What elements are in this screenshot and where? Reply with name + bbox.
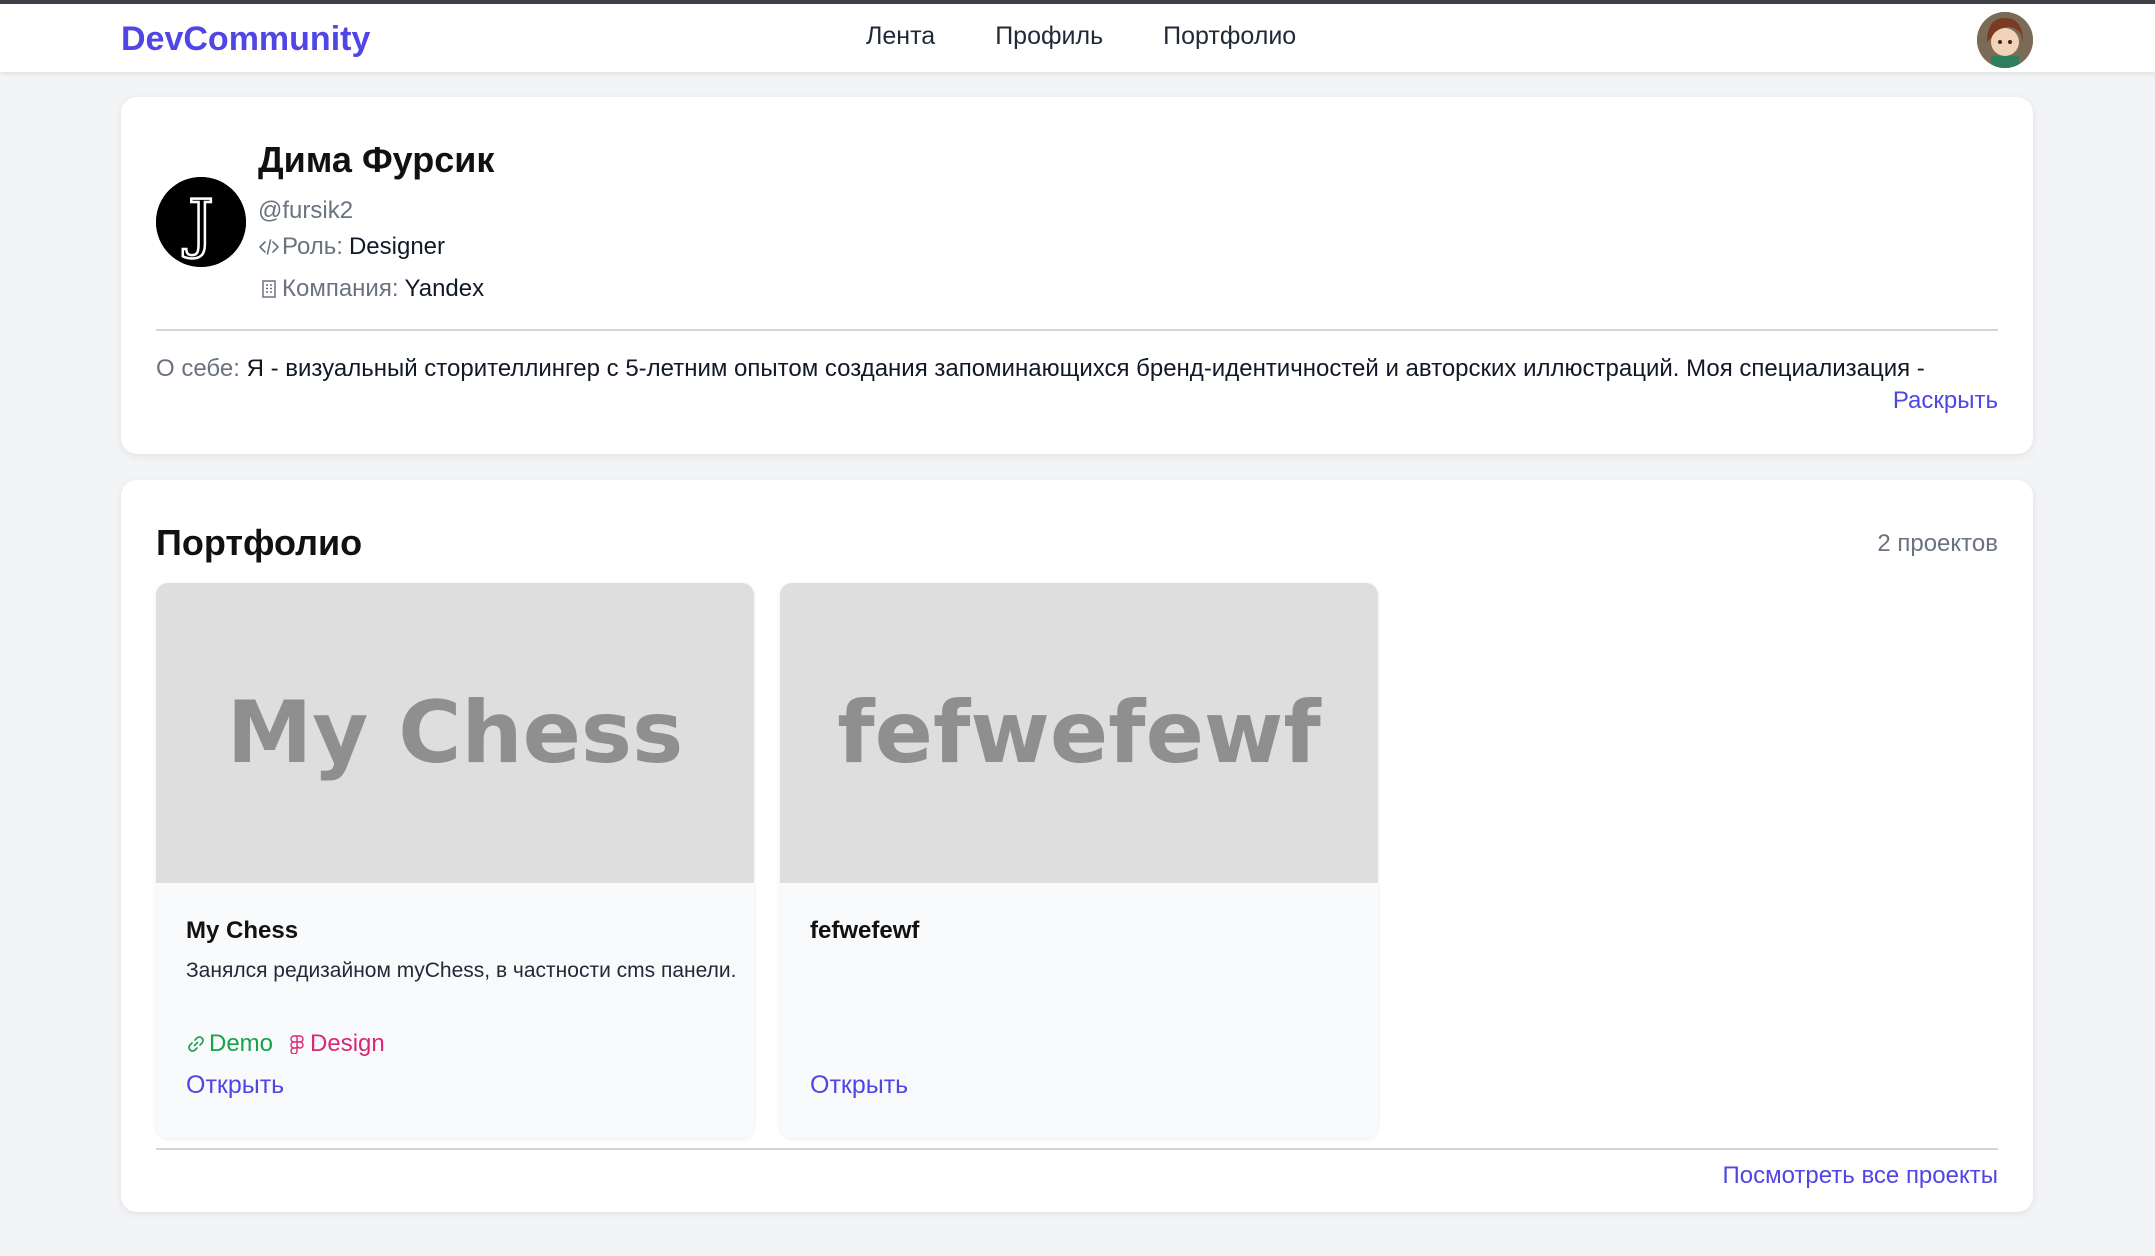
design-link-label: Design — [310, 1030, 385, 1057]
project-card-my-chess[interactable]: My Chess My Chess Занялся редизайном myC… — [156, 583, 754, 1138]
company-value: Yandex — [404, 275, 485, 302]
projects-count: 2 проектов — [1877, 530, 1998, 557]
company-label: Компания: — [282, 275, 399, 302]
design-link[interactable]: Design — [287, 1030, 385, 1058]
nav-link-portfolio[interactable]: Портфолио — [1163, 22, 1296, 51]
view-all-projects-link[interactable]: Посмотреть все проекты — [1722, 1162, 1998, 1190]
portfolio-title: Портфолио — [156, 522, 363, 563]
profile-role: Роль: Designer — [258, 233, 445, 261]
profile-card: J Дима Фурсик @fursik2 Роль: Designer Ко… — [121, 97, 2033, 454]
user-avatar[interactable] — [1977, 12, 2033, 68]
about-text: О себе: Я - визуальный сторителлингер с … — [156, 355, 1998, 383]
portfolio-divider — [156, 1148, 1998, 1150]
project-links: Demo Design — [186, 1030, 385, 1058]
project-name: fefwefewf — [810, 917, 920, 944]
project-card-fefwefewf[interactable]: fefwefewf fefwefewf Открыть — [780, 583, 1378, 1138]
brand-logo-link[interactable]: DevCommunity — [121, 20, 370, 59]
profile-avatar-image: J — [156, 177, 246, 267]
portfolio-card: Портфолио 2 проектов My Chess My Chess З… — [121, 480, 2033, 1212]
nav-link-profile[interactable]: Профиль — [995, 22, 1103, 51]
link-icon — [186, 1034, 206, 1054]
profile-company: Компания: Yandex — [258, 275, 484, 303]
nav-link-feed[interactable]: Лента — [866, 22, 935, 51]
code-icon — [258, 236, 280, 258]
role-label: Роль: — [282, 233, 343, 260]
demo-link-label: Demo — [209, 1030, 274, 1057]
demo-link[interactable]: Demo — [186, 1030, 273, 1058]
profile-handle: @fursik2 — [258, 197, 354, 224]
main-nav: Лента Профиль Портфолио — [866, 22, 1296, 51]
profile-divider — [156, 329, 1998, 331]
building-icon — [258, 278, 280, 300]
project-cover: My Chess — [156, 583, 754, 883]
about-body: Я - визуальный сторителлингер с 5-летним… — [246, 355, 1925, 382]
open-project-button[interactable]: Открыть — [810, 1071, 908, 1100]
project-cover-text: My Chess — [226, 683, 684, 783]
project-description: Занялся редизайном myChess, в частности … — [186, 959, 737, 982]
profile-avatar: J — [156, 177, 246, 267]
project-cover: fefwefewf — [780, 583, 1378, 883]
role-value: Designer — [348, 233, 445, 260]
user-avatar-image — [1977, 12, 2033, 68]
profile-name: Дима Фурсик — [258, 139, 495, 180]
about-label: О себе: — [156, 355, 240, 382]
project-cover-text: fefwefewf — [837, 683, 1321, 783]
open-project-button[interactable]: Открыть — [186, 1071, 284, 1100]
expand-about-link[interactable]: Раскрыть — [1893, 387, 1998, 415]
project-name: My Chess — [186, 917, 299, 944]
figma-icon — [287, 1034, 307, 1054]
top-navbar: DevCommunity Лента Профиль Портфолио — [0, 4, 2155, 72]
